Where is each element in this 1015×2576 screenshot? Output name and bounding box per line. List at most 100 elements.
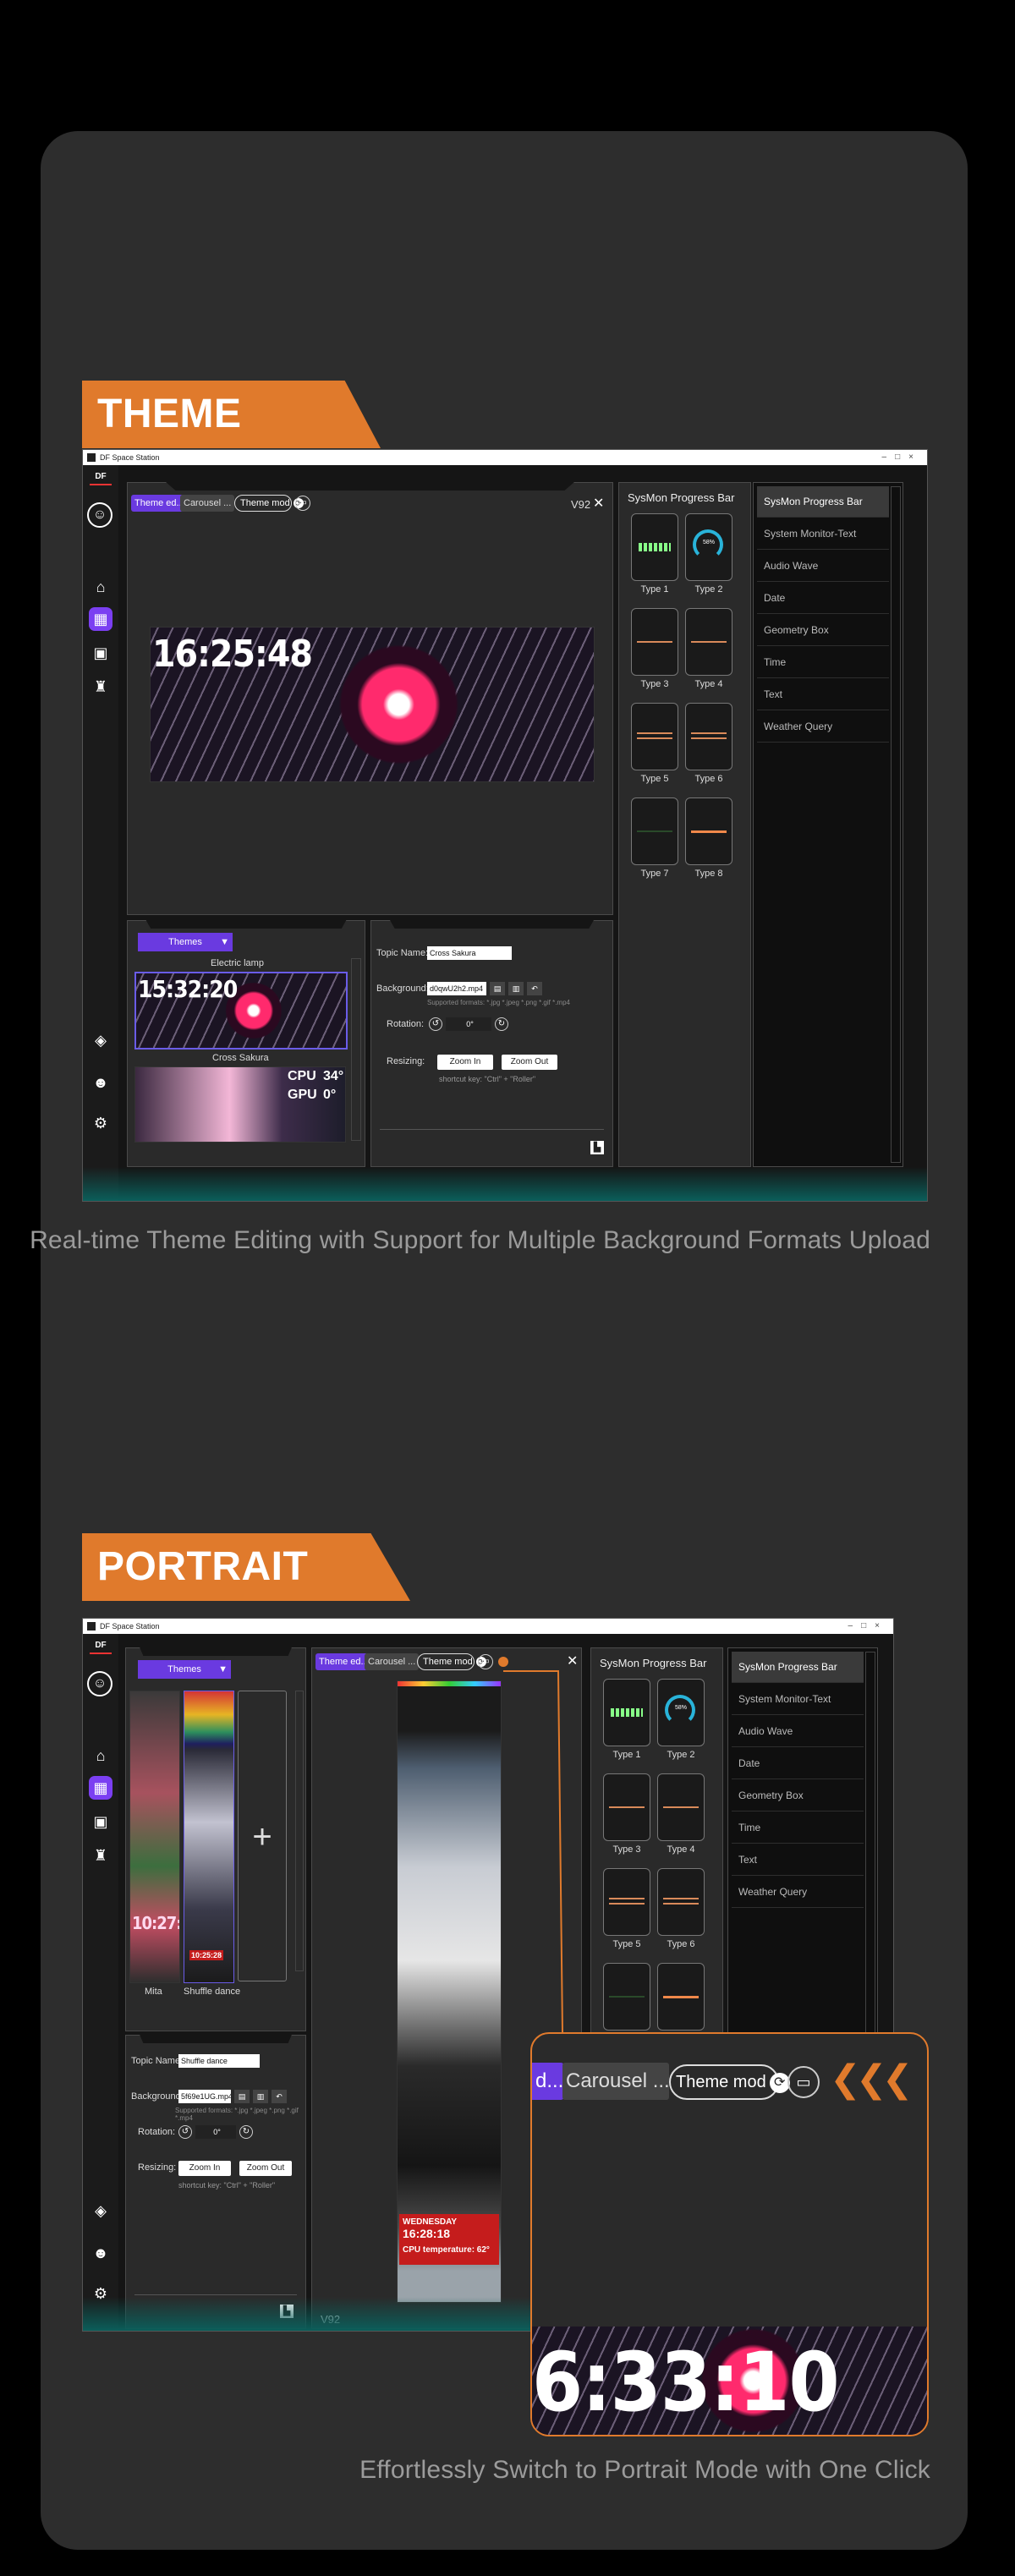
- folder-icon[interactable]: ▤: [234, 2090, 250, 2103]
- rotate-right-icon[interactable]: ↻: [495, 1017, 508, 1031]
- game-controller-icon[interactable]: ♜: [89, 675, 112, 699]
- widget-type-4[interactable]: [657, 1773, 705, 1841]
- undo-icon[interactable]: ↶: [272, 2090, 287, 2103]
- user-avatar-icon[interactable]: ☺: [87, 1671, 112, 1696]
- widget-type-3[interactable]: [603, 1773, 650, 1841]
- component-list-item[interactable]: SysMon Progress Bar: [757, 486, 889, 518]
- component-list-item[interactable]: Date: [732, 1748, 864, 1779]
- dark-bar-icon: [609, 1996, 645, 1998]
- background-file-input[interactable]: 5f69e1UG.mp4: [178, 2090, 231, 2103]
- tab-theme-editor[interactable]: Theme ed...: [315, 1653, 368, 1670]
- devices-icon[interactable]: ▣: [89, 1810, 112, 1833]
- background-file-input[interactable]: d0qwU2h2.mp4: [427, 982, 486, 995]
- widget-type-6[interactable]: [657, 1868, 705, 1936]
- component-list-scrollbar[interactable]: [891, 486, 901, 1163]
- widget-type-4[interactable]: [685, 608, 732, 676]
- home-icon[interactable]: ⌂: [89, 1744, 112, 1768]
- support-user-icon[interactable]: ☻: [89, 2241, 112, 2265]
- rotate-right-icon[interactable]: ↻: [239, 2125, 253, 2139]
- folder-icon[interactable]: ▤: [490, 982, 505, 995]
- rotate-left-icon[interactable]: ↺: [178, 2125, 192, 2139]
- file-icon[interactable]: ▥: [253, 2090, 268, 2103]
- widget-type-7[interactable]: [603, 1963, 650, 2031]
- widget-type-1[interactable]: [631, 513, 678, 581]
- theme-card-cross-sakura[interactable]: CPU 34° GPU 0°: [134, 1066, 346, 1143]
- themes-scrollbar[interactable]: [295, 1691, 304, 1971]
- window-controls[interactable]: –□×: [848, 1619, 888, 1634]
- component-list-item[interactable]: Time: [732, 1812, 864, 1844]
- game-controller-icon[interactable]: ♜: [89, 1844, 112, 1867]
- devices-icon[interactable]: ▣: [89, 641, 112, 665]
- theme-mode-toggle[interactable]: Theme mod ⟳: [417, 1653, 486, 1670]
- theme-card-shuffle-dance[interactable]: 10:25:28: [184, 1691, 234, 1983]
- widget-type-2[interactable]: 58%: [657, 1679, 705, 1746]
- component-list-item[interactable]: Geometry Box: [757, 615, 889, 646]
- zoom-out-button[interactable]: Zoom Out: [239, 2161, 292, 2176]
- widget-type-8[interactable]: [657, 1963, 705, 2031]
- settings-gear-icon[interactable]: ⚙: [89, 1111, 112, 1135]
- component-list-item[interactable]: Weather Query: [732, 1877, 864, 1908]
- divider: [380, 1129, 604, 1130]
- topic-name-input[interactable]: Shuffle dance: [178, 2054, 260, 2068]
- component-list-item[interactable]: Text: [732, 1844, 864, 1876]
- themes-dropdown[interactable]: Themes ▼: [138, 1660, 231, 1679]
- component-list-item[interactable]: Geometry Box: [732, 1780, 864, 1811]
- widget-type-1[interactable]: [603, 1679, 650, 1746]
- chevrons-left-icon: ❮❮❮: [830, 2058, 914, 2100]
- component-list-item[interactable]: System Monitor-Text: [757, 518, 889, 550]
- add-theme-button[interactable]: +: [238, 1691, 287, 1981]
- callout-theme-mode-toggle[interactable]: Theme mod ⟳: [669, 2064, 790, 2100]
- chevron-down-icon: ▼: [218, 1664, 228, 1674]
- file-icon[interactable]: ▥: [508, 982, 524, 995]
- portrait-switch-icon[interactable]: ▭: [295, 496, 310, 511]
- component-list-item[interactable]: SysMon Progress Bar: [732, 1652, 864, 1683]
- graduation-cap-icon[interactable]: ◈: [89, 1028, 112, 1052]
- rotation-input[interactable]: 0°: [446, 1017, 491, 1031]
- component-list-item[interactable]: Audio Wave: [757, 551, 889, 582]
- widget-type-5[interactable]: [631, 703, 678, 770]
- widget-type-6[interactable]: [685, 703, 732, 770]
- support-user-icon[interactable]: ☻: [89, 1071, 112, 1094]
- portrait-switch-icon[interactable]: ▭: [478, 1654, 493, 1669]
- tools-icon[interactable]: ✕: [593, 495, 604, 512]
- widget-type-7[interactable]: [631, 797, 678, 865]
- theme-card-mita[interactable]: 10:27:48: [129, 1691, 180, 1983]
- window-controls[interactable]: –□×: [882, 450, 922, 465]
- themes-scrollbar[interactable]: [351, 958, 361, 1141]
- callout-tab-carousel[interactable]: Carousel ...: [562, 2063, 669, 2100]
- component-list-item[interactable]: System Monitor-Text: [732, 1684, 864, 1715]
- theme-mode-toggle[interactable]: Theme mod ⟳: [234, 495, 304, 512]
- sidebar: DF ☺ ⌂ ▦ ▣ ♜ ◈ ☻ ⚙: [83, 1634, 118, 2331]
- save-icon[interactable]: ▙: [590, 1141, 604, 1154]
- component-list-item[interactable]: Text: [757, 679, 889, 710]
- themes-grid-icon[interactable]: ▦: [89, 1776, 112, 1800]
- themes-grid-icon[interactable]: ▦: [89, 607, 112, 631]
- user-avatar-icon[interactable]: ☺: [87, 502, 112, 528]
- rotate-left-icon[interactable]: ↺: [429, 1017, 442, 1031]
- tools-icon[interactable]: ✕: [567, 1652, 578, 1669]
- zoom-out-button[interactable]: Zoom Out: [502, 1055, 557, 1070]
- undo-icon[interactable]: ↶: [527, 982, 542, 995]
- widget-type-8[interactable]: [685, 797, 732, 865]
- widget-type-3[interactable]: [631, 608, 678, 676]
- portrait-overlay: WEDNESDAY 16:28:18 CPU temperature: 62°: [399, 2214, 499, 2265]
- tab-carousel[interactable]: Carousel ...: [180, 495, 234, 512]
- home-icon[interactable]: ⌂: [89, 575, 112, 599]
- tab-theme-editor[interactable]: Theme ed...: [131, 495, 184, 512]
- zoom-in-button[interactable]: Zoom In: [178, 2161, 231, 2176]
- component-list-item[interactable]: Date: [757, 583, 889, 614]
- component-list-item[interactable]: Weather Query: [757, 711, 889, 743]
- widget-type-5[interactable]: [603, 1868, 650, 1936]
- themes-dropdown[interactable]: Themes ▼: [138, 933, 233, 951]
- callout-tab-theme-editor[interactable]: d...: [532, 2063, 564, 2100]
- component-list-item[interactable]: Audio Wave: [732, 1716, 864, 1747]
- callout-portrait-switch-icon[interactable]: ▭: [787, 2066, 820, 2098]
- graduation-cap-icon[interactable]: ◈: [89, 2199, 112, 2222]
- tab-carousel[interactable]: Carousel ...: [365, 1653, 419, 1670]
- topic-name-input[interactable]: Cross Sakura: [427, 946, 512, 960]
- rotation-input[interactable]: 0°: [195, 2125, 236, 2139]
- zoom-in-button[interactable]: Zoom In: [437, 1055, 493, 1070]
- theme-card-electric-lamp[interactable]: 15:32:20: [134, 972, 348, 1050]
- widget-type-2[interactable]: 58%: [685, 513, 732, 581]
- component-list-item[interactable]: Time: [757, 647, 889, 678]
